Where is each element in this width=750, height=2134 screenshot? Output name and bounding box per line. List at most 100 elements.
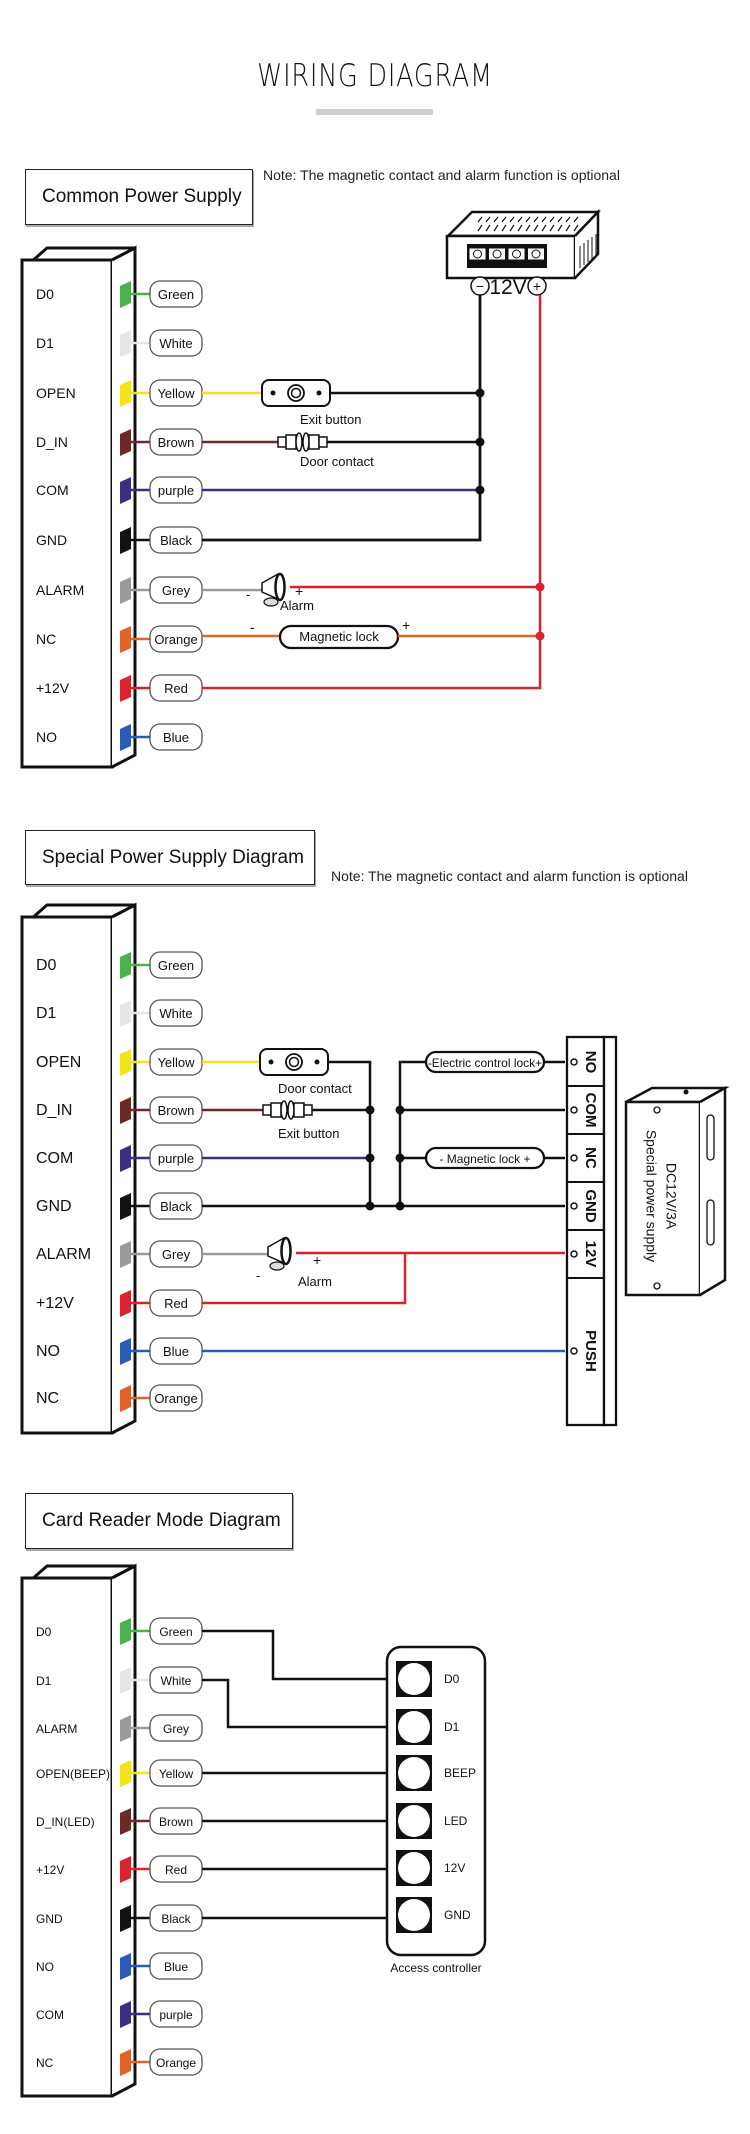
pin-label-d-in-led-: D_IN(LED) <box>36 1815 95 1829</box>
psu-voltage-label: 12V <box>489 276 526 299</box>
lock-minus-label: - <box>250 619 255 635</box>
controller-terminal-hole <box>398 1852 430 1884</box>
pin-label-open-beep-: OPEN(BEEP) <box>36 1767 110 1781</box>
wiring-diagram-canvas: D0 Green D1 White OPEN Yellow D_IN Brown COM purp… <box>20 208 730 2098</box>
psu-hole <box>683 1089 689 1095</box>
psu-screw-icon <box>653 1282 661 1290</box>
terminal-label-nc: NC <box>582 1147 599 1169</box>
terminal-label-12v: 12V <box>582 1241 599 1268</box>
wire-badge-label: White <box>161 1674 192 1688</box>
controller-terminal-label-12v: 12V <box>444 1861 465 1875</box>
junction-dot <box>365 1105 375 1115</box>
wire-badge-label: Blue <box>163 730 189 745</box>
psu-top <box>444 210 601 238</box>
contact-part <box>308 434 320 450</box>
pin-label-nc: NC <box>36 2056 54 2070</box>
pin-label-alarm: ALARM <box>36 1246 91 1263</box>
pin-label-d-in: D_IN <box>36 434 68 450</box>
wire-badge-label: Yellow <box>157 386 195 401</box>
wire-badge-label: Blue <box>164 1960 188 1974</box>
pin-label-gnd: GND <box>36 1198 72 1215</box>
wire-badge-label: purple <box>158 1151 194 1166</box>
wire-badge-label: Yellow <box>157 1055 195 1070</box>
junction-dot <box>365 1201 375 1211</box>
alarm-minus-label: - <box>256 1268 260 1283</box>
wire-badge-label: Green <box>158 958 194 973</box>
exit-button-label: Exit button <box>278 1126 339 1141</box>
wire-badge-label: White <box>159 336 192 351</box>
wire-badge-label: Red <box>164 1296 188 1311</box>
access-controller-label: Access controller <box>390 1961 481 1975</box>
alarm-label: Alarm <box>280 598 314 613</box>
screw-dot <box>268 1059 274 1065</box>
wire-badge-label: Green <box>158 287 194 302</box>
controller-terminal-hole <box>398 1899 430 1931</box>
wire-badge-label: Orange <box>156 2056 196 2070</box>
alarm-icon <box>267 1236 292 1271</box>
controller-terminal-hole <box>398 1663 430 1695</box>
d0-wire <box>202 1629 387 1681</box>
alarm-base <box>263 597 279 607</box>
contact-part <box>318 436 328 448</box>
pin-label-gnd: GND <box>36 1912 63 1926</box>
pin-label-open: OPEN <box>36 1054 81 1071</box>
contact-part <box>262 1104 272 1116</box>
wire-badge-label: Brown <box>158 435 195 450</box>
minus-sign: − <box>476 278 484 294</box>
junction-dot <box>475 485 485 495</box>
terminal-rail <box>602 1035 618 1427</box>
special-psu-side <box>699 1085 727 1297</box>
terminal-label-gnd: GND <box>582 1189 599 1223</box>
wire-badge-label: Blue <box>163 1344 189 1359</box>
terminal-screw-icon <box>570 1202 578 1210</box>
alarm-bell <box>280 1236 292 1266</box>
pin-label--12v: +12V <box>36 1295 74 1312</box>
contact-part <box>295 432 303 452</box>
wire-badge-label: Grey <box>162 1247 191 1262</box>
pin-label-nc: NC <box>36 631 56 647</box>
wire-badge-label: Black <box>160 1199 192 1214</box>
special-psu-front <box>624 1100 702 1297</box>
pin-label-no: NO <box>36 1343 60 1360</box>
pin-label--12v: +12V <box>36 680 70 696</box>
alarm-bell <box>274 572 286 602</box>
wire-badge-label: Black <box>160 533 192 548</box>
button-center <box>288 1056 300 1068</box>
pin-label-d1: D1 <box>36 1005 57 1022</box>
controller-terminal-label-d1: D1 <box>444 1720 460 1734</box>
contact-part <box>280 1100 288 1120</box>
junction-dot <box>475 437 485 447</box>
pin-label--12v: +12V <box>36 1863 64 1877</box>
pin-label-nc: NC <box>36 1390 59 1407</box>
magnetic-lock-label: - Magnetic lock + <box>439 1152 530 1166</box>
controller-terminal-label-beep: BEEP <box>444 1766 476 1780</box>
contact-part <box>270 1102 282 1118</box>
controller-terminal-label-d0: D0 <box>444 1672 460 1686</box>
pin-label-d-in: D_IN <box>36 1102 72 1119</box>
contact-part <box>277 436 287 448</box>
door-contact-label: Door contact <box>300 454 374 469</box>
wire-badge-label: Grey <box>162 583 191 598</box>
wire-badge-label: Yellow <box>159 1767 194 1781</box>
button-center <box>290 387 302 399</box>
wire-badge-label: Orange <box>154 632 197 647</box>
wire-badge-label: purple <box>158 483 194 498</box>
d1-wire <box>202 1678 387 1729</box>
door-contact <box>262 1100 313 1120</box>
terminal-screw-icon <box>570 1250 578 1258</box>
pin-label-d1: D1 <box>36 335 54 351</box>
controller-terminal-hole <box>398 1711 430 1743</box>
wire-badge-label: purple <box>159 2008 193 2022</box>
contact-part <box>302 432 310 452</box>
pin-label-d0: D0 <box>36 957 57 974</box>
controller-terminal-label-led: LED <box>444 1814 468 1828</box>
alarm-base <box>269 1261 285 1271</box>
alarm-plus-label: + <box>295 583 303 599</box>
terminal-label-com: COM <box>582 1093 599 1128</box>
junction-dot <box>395 1105 405 1115</box>
wire-badge-label: Green <box>159 1625 192 1639</box>
wire-badge-label: White <box>159 1006 192 1021</box>
screw-dot <box>270 390 276 396</box>
junction-dot <box>535 582 545 592</box>
pin-label-d0: D0 <box>36 1625 52 1639</box>
